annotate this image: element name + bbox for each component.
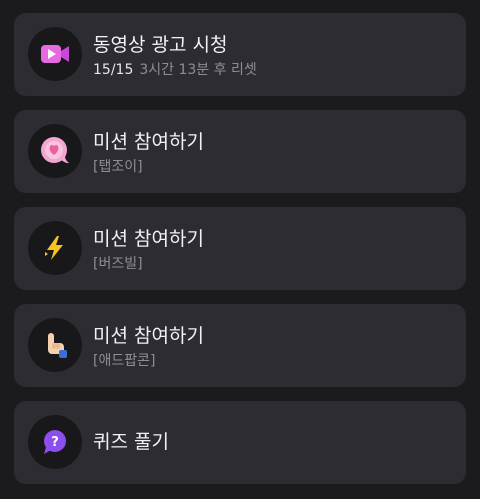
item-title: 퀴즈 풀기: [93, 431, 169, 453]
mission-item-buzzvil[interactable]: 미션 참여하기 [버즈빌]: [14, 207, 466, 290]
reset-timer: 3시간 13분 후 리셋: [139, 62, 257, 78]
item-subtitle: [애드팝콘]: [93, 353, 156, 369]
watch-video-ad-item[interactable]: 동영상 광고 시청 15/15 3시간 13분 후 리셋: [14, 13, 466, 96]
item-subtitle: [탭조이]: [93, 159, 143, 175]
video-play-icon: [28, 27, 82, 81]
item-title: 미션 참여하기: [93, 228, 204, 250]
heart-bubble-icon: [28, 124, 82, 178]
view-count: 15/15: [93, 62, 134, 78]
item-subtitle: [버즈빌]: [93, 256, 143, 272]
question-bubble-icon: ?: [28, 415, 82, 469]
item-title: 동영상 광고 시청: [93, 34, 228, 56]
svg-text:?: ?: [51, 435, 59, 450]
item-title: 미션 참여하기: [93, 325, 204, 347]
item-title: 미션 참여하기: [93, 131, 204, 153]
quiz-item[interactable]: ? 퀴즈 풀기: [14, 401, 466, 484]
item-subtitle: 15/15 3시간 13분 후 리셋: [93, 61, 257, 79]
mission-list: 동영상 광고 시청 15/15 3시간 13분 후 리셋 미션 참여하기 [탭조이…: [14, 13, 466, 498]
mission-item-adpopcorn[interactable]: 미션 참여하기 [애드팝콘]: [14, 304, 466, 387]
mission-item-tapjoy[interactable]: 미션 참여하기 [탭조이]: [14, 110, 466, 193]
lightning-bolt-icon: [28, 221, 82, 275]
pointing-hand-icon: [28, 318, 82, 372]
